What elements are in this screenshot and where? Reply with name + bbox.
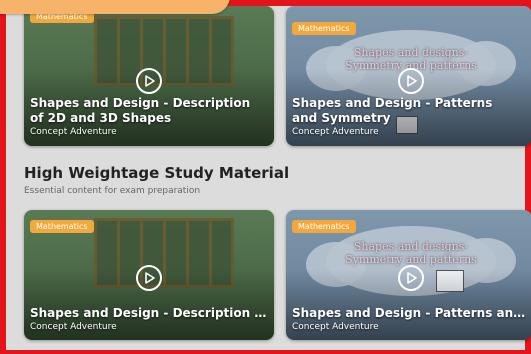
video-card[interactable]: Mathematics Shapes and Design - Descript… — [24, 6, 274, 146]
video-type: Concept Adventure — [30, 127, 117, 137]
header-tab — [0, 0, 230, 14]
play-icon[interactable] — [136, 265, 162, 291]
section-subtitle: Essential content for exam preparation — [24, 186, 201, 196]
content-frame: Mathematics Shapes and Design - Descript… — [0, 0, 531, 354]
play-icon[interactable] — [136, 68, 162, 94]
video-card[interactable]: Mathematics Shapes and Design - Descript… — [24, 210, 274, 340]
video-type: Concept Adventure — [292, 127, 379, 137]
video-type: Concept Adventure — [30, 322, 117, 332]
top-border-strip — [200, 0, 531, 6]
play-icon[interactable] — [398, 68, 424, 94]
video-card[interactable]: Shapes and designs- Symmetry and pattern… — [286, 210, 531, 340]
video-type: Concept Adventure — [292, 322, 379, 332]
play-icon[interactable] — [398, 265, 424, 291]
section-title: High Weightage Study Material — [24, 164, 290, 182]
subject-badge: Mathematics — [30, 220, 94, 233]
video-title: Shapes and Design - Description of 2... — [30, 306, 268, 320]
subject-badge: Mathematics — [292, 22, 356, 35]
video-title: Shapes and Design - Patterns and Symmetr… — [292, 96, 493, 125]
video-card[interactable]: Shapes and designs- Symmetry and pattern… — [286, 6, 531, 146]
video-title: Shapes and Design - Description of 2D an… — [30, 96, 251, 125]
video-title: Shapes and Design - Patterns and Sy... — [292, 306, 528, 320]
thumbnail-caption: Shapes and designs- Symmetry and pattern… — [345, 240, 477, 266]
subject-badge: Mathematics — [292, 220, 356, 233]
